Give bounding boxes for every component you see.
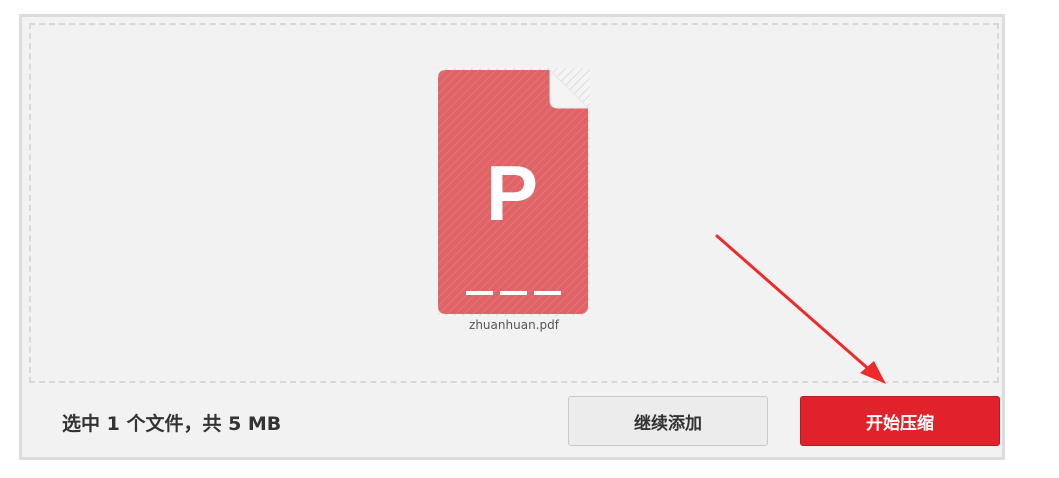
- add-more-button[interactable]: 继续添加: [568, 396, 768, 446]
- file-item[interactable]: P zhuanhuan.pdf: [438, 68, 590, 336]
- file-name: zhuanhuan.pdf: [469, 318, 559, 332]
- pdf-icon-letter: P: [486, 149, 538, 237]
- selection-summary: 选中 1 个文件，共 5 MB: [62, 413, 282, 435]
- add-more-label: 继续添加: [634, 413, 702, 434]
- start-compress-label: 开始压缩: [866, 413, 934, 434]
- pdf-file-icon: P: [438, 68, 590, 316]
- annotation-arrow-icon: [715, 234, 886, 384]
- start-compress-button[interactable]: 开始压缩: [800, 396, 1000, 446]
